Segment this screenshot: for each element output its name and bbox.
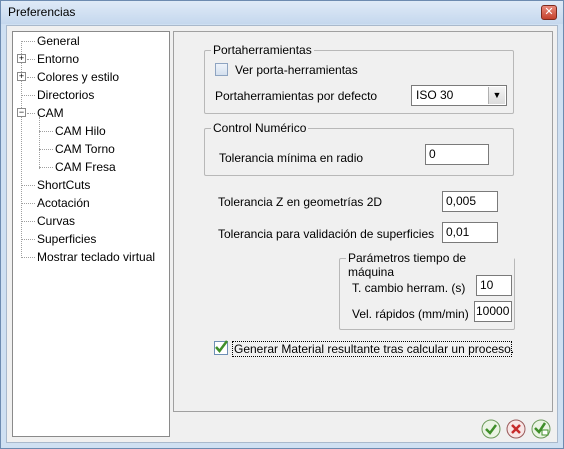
cambio-herram-input[interactable]: 10 xyxy=(476,275,512,296)
vel-rapidos-label: Vel. rápidos (mm/min) xyxy=(352,307,469,321)
generar-material-label[interactable]: Generar Material resultante tras calcula… xyxy=(234,342,514,356)
window-title: Preferencias xyxy=(8,5,76,19)
close-icon: ✕ xyxy=(544,6,554,18)
ok-icon xyxy=(481,419,501,439)
tree-connector xyxy=(39,167,53,168)
tree-connector xyxy=(27,113,35,114)
tree-item-curvas[interactable]: Curvas xyxy=(37,213,75,229)
tree-connector xyxy=(21,203,35,204)
generar-material-checkbox[interactable] xyxy=(214,340,228,355)
tree-item-acotacion[interactable]: Acotación xyxy=(37,195,90,211)
apply-icon xyxy=(531,419,551,439)
preferences-window: Preferencias ✕ General + Entorno + Color… xyxy=(0,0,564,449)
control-numerico-group: Control Numérico Tolerancia mínima en ra… xyxy=(204,121,514,176)
tree-item-cam[interactable]: CAM xyxy=(37,105,64,121)
ver-porta-label: Ver porta-herramientas xyxy=(235,63,358,77)
tree-item-teclado-virtual[interactable]: Mostrar teclado virtual xyxy=(37,249,155,265)
tree-item-superficies[interactable]: Superficies xyxy=(37,231,96,247)
tolerancia-superficies-input[interactable]: 0,01 xyxy=(442,222,498,243)
tree-item-colores[interactable]: Colores y estilo xyxy=(37,69,119,85)
defecto-select[interactable]: ISO 30 ▼ xyxy=(411,85,507,106)
tree-item-directorios[interactable]: Directorios xyxy=(37,87,94,103)
defecto-value: ISO 30 xyxy=(416,88,454,102)
tree-connector xyxy=(21,95,35,96)
tree-connector xyxy=(21,185,35,186)
tree-item-entorno[interactable]: Entorno xyxy=(37,51,79,67)
tolerancia-superficies-label: Tolerancia para validación de superficie… xyxy=(218,227,435,241)
tree-connector xyxy=(21,41,35,42)
apply-button[interactable] xyxy=(531,419,551,439)
tree-connector xyxy=(39,117,40,169)
settings-panel: Portaherramientas Ver porta-herramientas… xyxy=(173,31,553,412)
ok-button[interactable] xyxy=(481,419,501,439)
preferences-tree: General + Entorno + Colores y estilo Dir… xyxy=(12,31,170,437)
checkmark-icon xyxy=(215,340,228,353)
defecto-label: Portaherramientas por defecto xyxy=(215,89,378,103)
cambio-herram-label: T. cambio herram. (s) xyxy=(352,281,466,295)
tree-connector xyxy=(39,149,53,150)
cancel-button[interactable] xyxy=(506,419,526,439)
tree-connector xyxy=(39,131,53,132)
ver-porta-checkbox[interactable] xyxy=(215,63,228,76)
tree-item-cam-torno[interactable]: CAM Torno xyxy=(55,141,115,157)
tree-connector xyxy=(21,257,35,258)
close-button[interactable]: ✕ xyxy=(541,5,557,20)
chevron-down-icon[interactable]: ▼ xyxy=(488,87,505,104)
tolerancia-radio-input[interactable]: 0 xyxy=(425,144,489,165)
tolerancia-radio-label: Tolerancia mínima en radio xyxy=(219,151,364,165)
dialog-content: General + Entorno + Colores y estilo Dir… xyxy=(6,25,558,443)
tree-item-shortcuts[interactable]: ShortCuts xyxy=(37,177,90,193)
portaherramientas-title: Portaherramientas xyxy=(211,43,314,57)
tree-connector xyxy=(27,77,35,78)
collapse-icon[interactable]: − xyxy=(17,108,26,117)
tiempo-maquina-group: Parámetros tiempo de máquina T. cambio h… xyxy=(339,251,515,330)
tree-item-general[interactable]: General xyxy=(37,33,80,49)
tolerancia-z-label: Tolerancia Z en geometrías 2D xyxy=(218,195,383,209)
control-numerico-title: Control Numérico xyxy=(211,121,309,135)
tolerancia-z-input[interactable]: 0,005 xyxy=(442,191,498,212)
expand-icon[interactable]: + xyxy=(17,54,26,63)
tree-connector xyxy=(21,221,35,222)
cancel-icon xyxy=(506,419,526,439)
portaherramientas-group: Portaherramientas Ver porta-herramientas… xyxy=(204,43,514,114)
tree-connector xyxy=(21,239,35,240)
expand-icon[interactable]: + xyxy=(17,72,26,81)
tree-item-cam-fresa[interactable]: CAM Fresa xyxy=(55,159,116,175)
title-bar[interactable]: Preferencias ✕ xyxy=(1,1,563,24)
tree-connector xyxy=(27,59,35,60)
tree-item-cam-hilo[interactable]: CAM Hilo xyxy=(55,123,106,139)
vel-rapidos-input[interactable]: 10000 xyxy=(474,301,512,322)
